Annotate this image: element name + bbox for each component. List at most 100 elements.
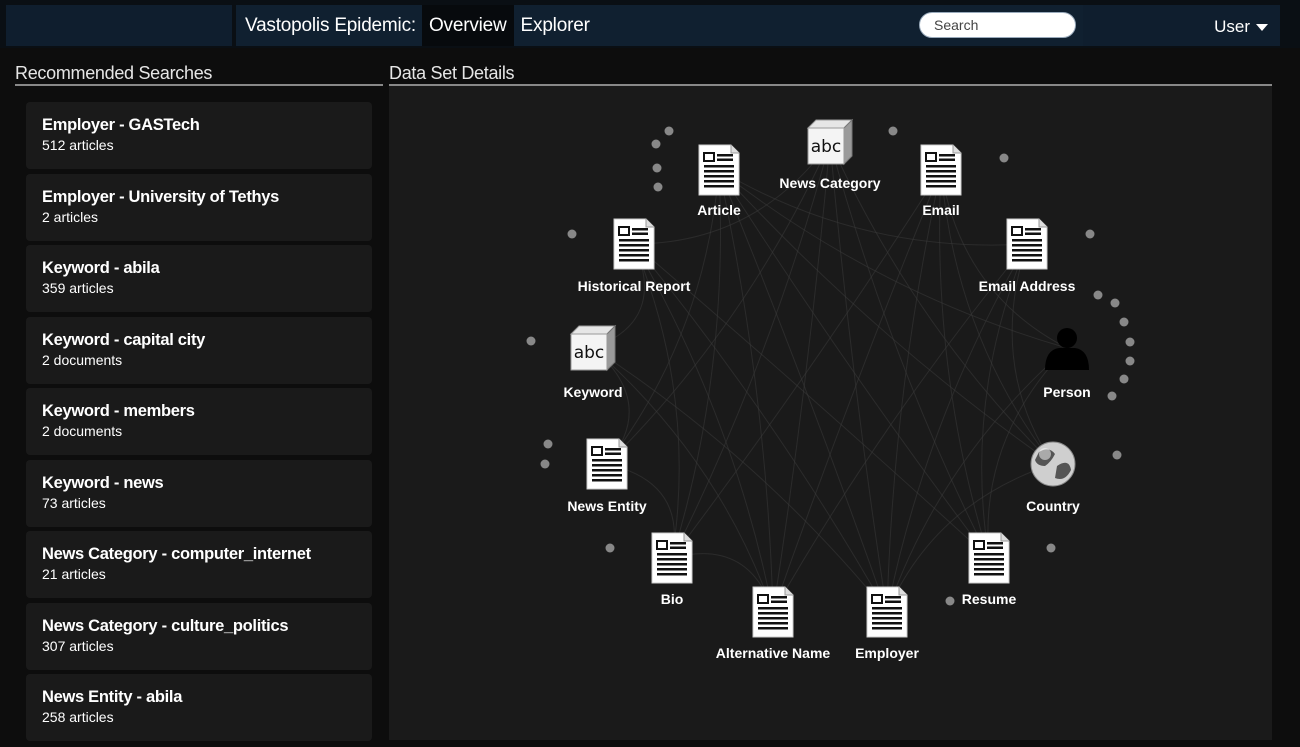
person-icon	[1045, 328, 1089, 370]
search-item-count: 2 documents	[42, 423, 123, 439]
cube-text: abc	[811, 137, 842, 157]
user-label: User	[1214, 17, 1250, 36]
search-item[interactable]: Keyword - news 73 articles	[26, 459, 372, 527]
search-item-count: 73 articles	[42, 494, 106, 511]
document-icon	[1006, 218, 1048, 270]
graph-node-label: Country	[1026, 498, 1080, 514]
cube-text: abc	[574, 343, 605, 363]
document-icon	[586, 438, 628, 490]
app-title: Vastopolis Epidemic:	[245, 14, 416, 36]
abc-cube-icon: abc	[806, 118, 854, 166]
node-dot	[1046, 543, 1056, 553]
search-item-count: 2 articles	[42, 208, 99, 225]
graph-edge	[772, 141, 831, 613]
search-item-count: 359 articles	[42, 280, 114, 296]
graph-node[interactable]: Bio	[651, 532, 693, 607]
node-dot	[540, 459, 550, 469]
graph-node[interactable]: Email	[920, 144, 962, 218]
node-dot	[526, 336, 536, 346]
search-item-count: 258 articles	[42, 709, 114, 725]
search-item-count: 21 articles	[42, 566, 106, 582]
graph-node-label: Alternative Name	[716, 645, 831, 661]
chevron-down-icon	[1256, 23, 1268, 31]
graph-edge	[940, 169, 1068, 349]
node-dot	[652, 163, 662, 173]
graph-edge	[829, 141, 990, 559]
graph-node-label: Email	[922, 202, 959, 218]
node-dot	[605, 543, 615, 553]
user-menu[interactable]: User	[1214, 17, 1268, 37]
graph-node[interactable]: Article	[697, 144, 741, 218]
graph-edge	[592, 347, 888, 613]
search-item[interactable]: Keyword - capital city 2 documents	[26, 316, 372, 384]
node-dot	[567, 229, 577, 239]
document-icon	[698, 144, 740, 196]
graph-node-label: Keyword	[563, 384, 622, 400]
node-dot	[1125, 356, 1135, 366]
graph-node[interactable]: abc News Category	[779, 118, 881, 191]
tab-explorer[interactable]: Explorer	[514, 5, 597, 46]
document-icon	[968, 532, 1010, 584]
search-item[interactable]: Keyword - members 2 documents	[26, 388, 372, 455]
node-dot	[664, 126, 674, 136]
graph-node-label: Email Address	[979, 278, 1076, 294]
search-item-title: Keyword - abila	[42, 259, 160, 277]
graph-node-label: Article	[697, 202, 741, 218]
graph-node[interactable]: abc Keyword	[563, 324, 623, 400]
search-list: Employer - GASTech 512 articles Employer…	[26, 102, 372, 746]
graph-edge	[829, 141, 888, 613]
node-dot	[888, 126, 898, 136]
search-item[interactable]: News Entity - abila 258 articles	[26, 674, 372, 741]
title-area: Vastopolis Epidemic: Overview Explorer	[236, 5, 597, 46]
node-dot	[999, 153, 1009, 163]
data-set-details-panel: Data Set Details Article abc News Category…	[389, 62, 1272, 740]
search-item-count: 512 articles	[42, 137, 114, 153]
node-dot	[1119, 374, 1129, 384]
node-dot	[1112, 450, 1122, 460]
search-item-count: 2 documents	[42, 351, 123, 368]
search-item[interactable]: News Category - culture_politics 307 art…	[26, 602, 372, 670]
document-icon	[613, 218, 655, 270]
graph-node[interactable]: Email Address	[979, 218, 1076, 294]
graph-edge	[718, 169, 1054, 465]
search-item-title: Employer - University of Tethys	[42, 187, 280, 206]
graph-node[interactable]: Alternative Name	[716, 586, 831, 661]
logo-area	[6, 5, 232, 46]
node-dot	[945, 596, 955, 606]
top-bar: Vastopolis Epidemic: Overview Explorer U…	[0, 0, 1300, 48]
graph-node-label: Resume	[962, 591, 1017, 607]
search-input[interactable]	[919, 12, 1076, 38]
tab-overview[interactable]: Overview	[421, 5, 514, 46]
node-dot	[1110, 298, 1120, 308]
graph-node[interactable]: Employer	[855, 586, 919, 661]
graph-dots	[526, 126, 1135, 606]
search-item[interactable]: Employer - University of Tethys 2 articl…	[26, 173, 372, 241]
graph-node-label: News Category	[779, 175, 880, 191]
search-item-title: News Entity - abila	[42, 688, 183, 706]
graph-edge	[1011, 243, 1054, 465]
node-dot	[651, 139, 661, 149]
graph-node-label: Historical Report	[578, 278, 691, 294]
panel-title: Recommended Searches	[15, 62, 383, 86]
recommended-searches-panel: Recommended Searches Employer - GASTech …	[15, 62, 383, 741]
panel-title: Data Set Details	[389, 62, 1272, 86]
abc-cube-icon: abc	[569, 324, 617, 372]
node-dot	[653, 182, 663, 192]
graph-node[interactable]: News Entity	[567, 438, 647, 514]
document-icon	[651, 532, 693, 584]
node-dot	[1107, 391, 1117, 401]
graph-node[interactable]: Resume	[962, 532, 1017, 607]
graph-node-label: Employer	[855, 645, 919, 661]
search-item[interactable]: News Category - computer_internet 21 art…	[26, 531, 372, 598]
node-dot	[1085, 229, 1095, 239]
globe-icon	[1030, 441, 1076, 487]
search-item[interactable]: Keyword - abila 359 articles	[26, 245, 372, 312]
search-item-title: News Category - culture_politics	[42, 616, 289, 635]
graph-node-label: Person	[1043, 384, 1090, 400]
graph-node-label: News Entity	[567, 498, 647, 514]
search-item-count: 307 articles	[42, 637, 114, 654]
search-item[interactable]: Employer - GASTech 512 articles	[26, 102, 372, 169]
graph-node[interactable]: Historical Report	[578, 218, 691, 294]
search-item-title: News Category - computer_internet	[42, 545, 311, 563]
graph-node[interactable]: Country	[1026, 441, 1080, 514]
